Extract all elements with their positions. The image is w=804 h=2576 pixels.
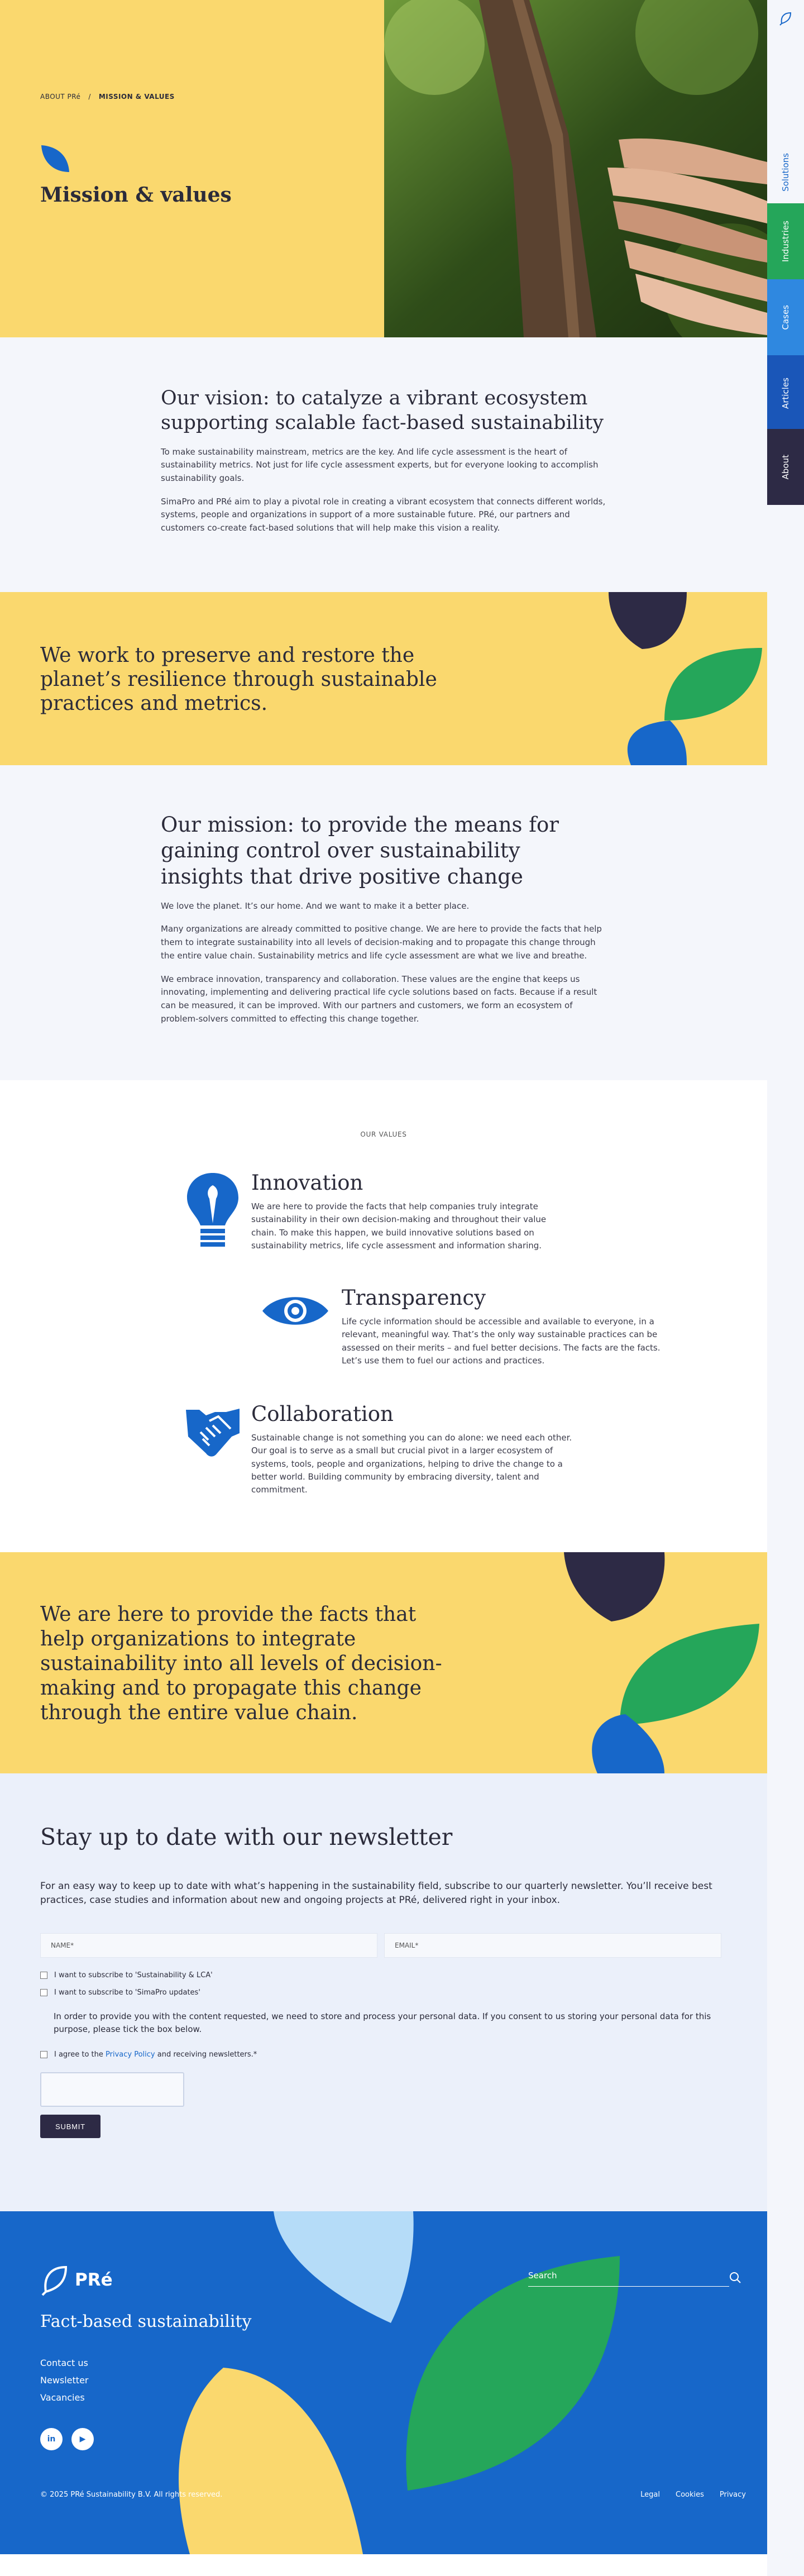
footer: PRé Fact-based sustainability Contact us… [0,2211,804,2555]
breadcrumb-parent[interactable]: ABOUT PRé [40,93,80,101]
checkbox[interactable] [40,2051,47,2059]
values-section: OUR VALUES Innovation We are here to pro… [0,1080,767,1553]
page-title: Mission & values [40,183,232,207]
value-item-innovation: Innovation We are here to provide the fa… [182,1171,767,1252]
search-placeholder: Search [528,2270,557,2281]
tab-industries[interactable]: Industries [767,203,804,279]
mission-heading: Our mission: to provide the means for ga… [161,813,559,889]
leaf-icon [41,145,69,172]
decorative-leaves [564,1552,759,1774]
contact-link[interactable]: Contact us [40,2358,89,2368]
name-placeholder: NAME* [51,1941,74,1949]
tab-label: About [781,454,791,480]
breadcrumb-separator: / [88,93,91,101]
newsletter-section: Stay up to date with our newsletter For … [0,1773,767,2212]
cookies-link[interactable]: Cookies [676,2491,704,2499]
linkedin-icon[interactable]: in [40,2428,63,2451]
newsletter-heading: Stay up to date with our newsletter [40,1824,453,1851]
breadcrumb-current: MISSION & VALUES [98,93,175,101]
lightbulb-icon [182,1171,243,1249]
tab-label: Cases [781,304,791,330]
quote-text: We work to preserve and restore the plan… [40,644,437,715]
privacy-link[interactable]: Privacy [720,2491,746,2499]
search-icon[interactable] [729,2272,741,2284]
value-text: Sustainable change is not something you … [251,1433,572,1495]
breadcrumb: ABOUT PRé / MISSION & VALUES [40,93,384,101]
values-eyebrow: OUR VALUES [360,1130,407,1138]
newsletter-link[interactable]: Newsletter [40,2375,89,2386]
tab-label: Solutions [781,152,791,192]
legal-links: Legal Cookies Privacy [640,2491,746,2499]
agree-suffix: and receiving newsletters.* [157,2050,257,2059]
captcha-widget[interactable] [40,2072,184,2107]
tab-label: Articles [781,378,791,409]
tab-label: Industries [781,220,791,263]
vision-heading: Our vision: to catalyze a vibrant ecosys… [161,387,604,434]
social-links: in ▶ [40,2428,94,2451]
agree-label: I agree to the Privacy Policy and receiv… [54,2050,257,2059]
name-field[interactable]: NAME* [40,1933,377,1958]
email-field[interactable]: EMAIL* [384,1933,721,1958]
checkbox[interactable] [40,1971,47,1979]
handshake-icon [182,1402,243,1460]
footer-tagline: Fact-based sustainability [40,2312,252,2332]
checkbox[interactable] [40,1988,47,1996]
value-text: We are here to provide the facts that he… [251,1201,547,1251]
privacy-policy-link[interactable]: Privacy Policy [106,2050,155,2059]
agree-prefix: I agree to the [54,2050,103,2059]
value-item-transparency: Transparency Life cycle information shou… [258,1286,767,1367]
logo-icon[interactable] [767,0,804,37]
value-title: Transparency [342,1286,486,1310]
side-navigation: Solutions Industries Cases Articles Abou… [767,0,804,2576]
value-title: Innovation [251,1171,363,1195]
quote-band: We are here to provide the facts that he… [0,1552,767,1774]
value-item-collaboration: Collaboration Sustainable change is not … [182,1402,767,1496]
newsletter-intro: For an easy way to keep up to date with … [40,1881,712,1906]
mission-paragraph: We embrace innovation, transparency and … [161,974,597,1024]
hero-text-panel: ABOUT PRé / MISSION & VALUES Mission & v… [0,0,384,337]
mission-paragraph: Many organizations are already committed… [161,924,602,961]
submit-button[interactable]: SUBMIT [40,2115,100,2139]
footer-logo[interactable]: PRé [40,2264,113,2296]
mission-section: Our mission: to provide the means for ga… [0,765,767,1080]
value-text: Life cycle information should be accessi… [342,1316,661,1366]
decorative-leaves [609,592,762,765]
tab-solutions[interactable]: Solutions [767,134,804,210]
vision-paragraph: To make sustainability mainstream, metri… [161,446,599,483]
footer-links: Contact us Newsletter Vacancies [40,2358,89,2410]
hero-image [384,0,767,337]
legal-link[interactable]: Legal [640,2491,660,2499]
logo-icon [41,2266,68,2296]
mission-paragraph: We love the planet. It’s our home. And w… [161,900,470,911]
copyright: © 2025 PRé Sustainability B.V. All right… [40,2491,223,2499]
decorative-leaves [179,2211,620,2555]
subscribe-lca-option[interactable]: I want to subscribe to 'Sustainability &… [40,1971,767,1979]
search-input[interactable]: Search [528,2270,729,2287]
consent-text: In order to provide you with the content… [54,2011,711,2034]
quote-text: We are here to provide the facts that he… [40,1603,442,1724]
vision-section: Our vision: to catalyze a vibrant ecosys… [0,337,767,592]
checkbox-label: I want to subscribe to 'Sustainability &… [54,1971,213,1979]
hero-section: ABOUT PRé / MISSION & VALUES Mission & v… [0,0,767,337]
vision-paragraph: SimaPro and PRé aim to play a pivotal ro… [161,496,606,533]
tab-cases[interactable]: Cases [767,279,804,355]
value-title: Collaboration [251,1402,394,1426]
tab-articles[interactable]: Articles [767,355,804,431]
youtube-icon[interactable]: ▶ [71,2428,94,2451]
eye-icon [258,1286,333,1332]
email-placeholder: EMAIL* [395,1941,419,1949]
privacy-agreement[interactable]: I agree to the Privacy Policy and receiv… [40,2050,767,2059]
brand-name: PRé [75,2270,113,2291]
subscribe-simapro-option[interactable]: I want to subscribe to 'SimaPro updates' [40,1988,767,1997]
checkbox-label: I want to subscribe to 'SimaPro updates' [54,1988,200,1997]
tab-about[interactable]: About [767,429,804,505]
vacancies-link[interactable]: Vacancies [40,2392,89,2403]
quote-band: We work to preserve and restore the plan… [0,592,767,765]
